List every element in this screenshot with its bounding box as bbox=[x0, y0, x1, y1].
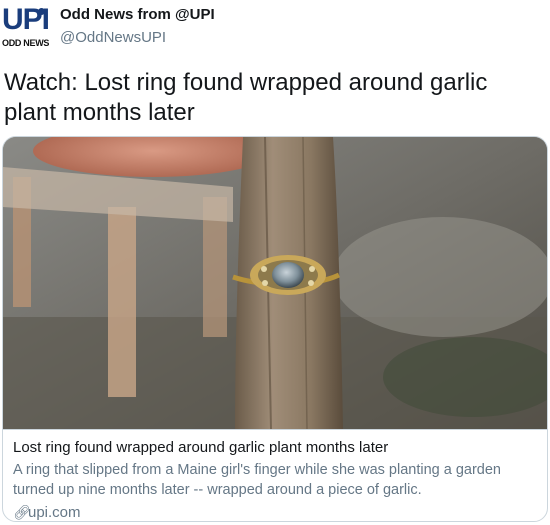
odd-news-logo-text: ODD NEWS bbox=[2, 38, 50, 48]
card-description: A ring that slipped from a Maine girl's … bbox=[13, 462, 501, 498]
tweet-text: Watch: Lost ring found wrapped around ga… bbox=[4, 69, 488, 126]
logo-dot bbox=[38, 8, 45, 15]
card-domain-text: upi.com bbox=[28, 504, 81, 521]
card-body[interactable]: Lost ring found wrapped around garlic pl… bbox=[3, 429, 547, 521]
link-icon: 🔗︎ bbox=[13, 504, 31, 520]
display-name[interactable]: Odd News from @UPI bbox=[60, 6, 215, 23]
avatar[interactable]: UPI ODD NEWS bbox=[2, 5, 50, 51]
ring-on-garlic-photo bbox=[3, 137, 547, 429]
card-domain[interactable]: 🔗︎upi.com bbox=[13, 502, 539, 521]
tweet-header: UPI ODD NEWS Odd News from @UPI @OddNews… bbox=[0, 0, 550, 58]
handle[interactable]: @OddNewsUPI bbox=[60, 29, 166, 46]
link-card[interactable]: Lost ring found wrapped around garlic pl… bbox=[2, 136, 548, 522]
card-image[interactable] bbox=[3, 137, 547, 429]
card-title[interactable]: Lost ring found wrapped around garlic pl… bbox=[13, 438, 539, 458]
